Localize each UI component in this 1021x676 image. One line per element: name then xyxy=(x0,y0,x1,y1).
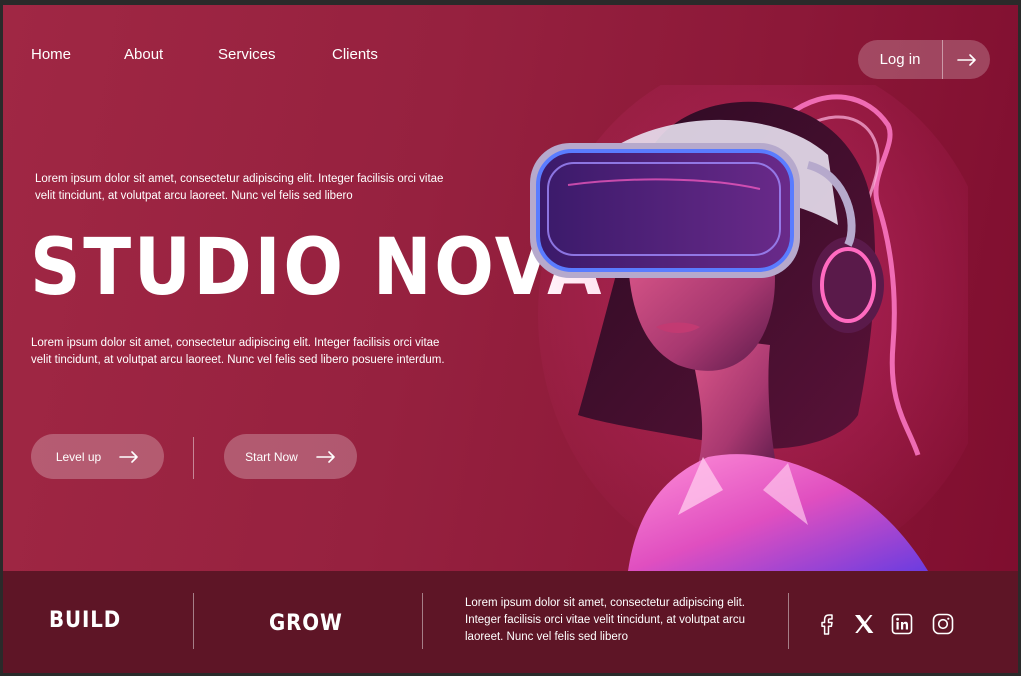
footer-word-grow: GROW xyxy=(269,611,343,636)
level-up-button[interactable]: Level up xyxy=(31,434,164,479)
body-text: Lorem ipsum dolor sit amet, consectetur … xyxy=(31,337,445,366)
instagram-icon[interactable] xyxy=(931,612,955,636)
arrow-right-icon xyxy=(943,53,990,66)
intro-text: Lorem ipsum dolor sit amet, consectetur … xyxy=(35,173,444,202)
footer-text: Lorem ipsum dolor sit amet, consectetur … xyxy=(465,597,745,643)
landing-page: Home About Services Clients Log in Lorem… xyxy=(3,5,1018,673)
arrow-right-icon xyxy=(316,450,335,463)
footer-word-build: BUILD xyxy=(49,608,122,633)
footer-divider xyxy=(788,593,789,649)
start-now-button[interactable]: Start Now xyxy=(224,434,357,479)
login-label: Log in xyxy=(879,51,921,68)
facebook-icon[interactable] xyxy=(815,612,839,636)
login-button[interactable]: Log in xyxy=(858,40,990,79)
nav-services[interactable]: Services xyxy=(218,46,276,63)
start-now-label: Start Now xyxy=(245,449,298,464)
nav-home[interactable]: Home xyxy=(31,46,71,63)
nav-about[interactable]: About xyxy=(124,46,163,63)
footer-divider xyxy=(193,593,194,649)
button-divider xyxy=(193,437,194,479)
level-up-label: Level up xyxy=(55,449,102,464)
linkedin-icon[interactable] xyxy=(890,612,914,636)
footer-divider xyxy=(422,593,423,649)
nav-clients[interactable]: Clients xyxy=(332,46,378,63)
x-icon[interactable] xyxy=(852,612,876,636)
arrow-right-icon xyxy=(119,450,138,463)
vr-woman-illustration xyxy=(530,85,968,571)
